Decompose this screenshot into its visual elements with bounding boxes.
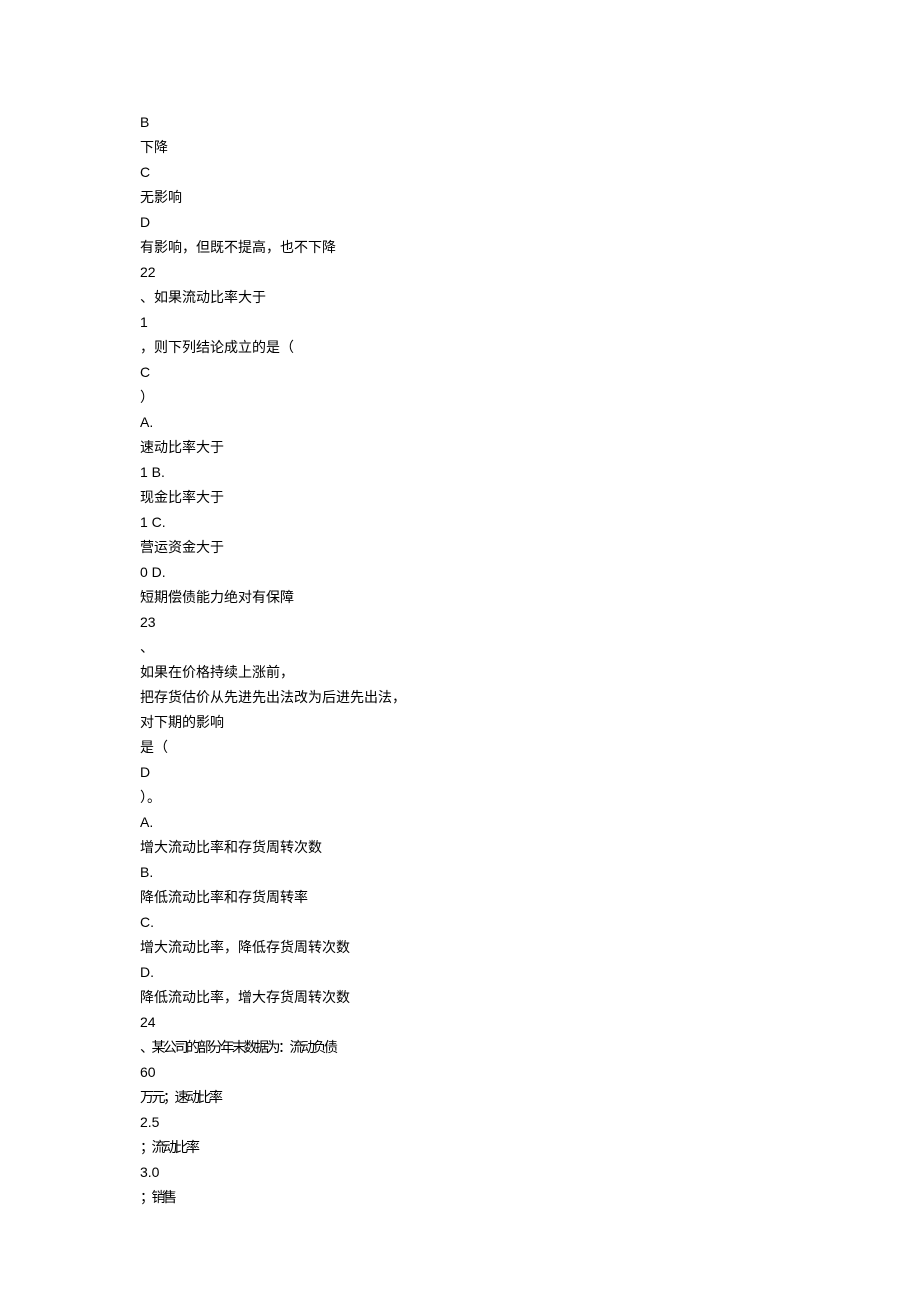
text-line: 把存货估价从先进先出法改为后进先出法， — [140, 685, 780, 710]
text-line: D. — [140, 960, 780, 985]
text-line: 对下期的影响 — [140, 710, 780, 735]
text-line: D — [140, 760, 780, 785]
text-line: ；销售 — [140, 1185, 780, 1210]
text-line: ）。 — [140, 785, 780, 810]
text-line: 现金比率大于 — [140, 485, 780, 510]
text-line: 0 D. — [140, 560, 780, 585]
text-line: 无影响 — [140, 185, 780, 210]
text-line: 3.0 — [140, 1160, 780, 1185]
text-line: 降低流动比率，增大存货周转次数 — [140, 985, 780, 1010]
text-line: 1 — [140, 310, 780, 335]
text-line: 2.5 — [140, 1110, 780, 1135]
text-line: 24 — [140, 1010, 780, 1035]
text-line: 万元；速动比率 — [140, 1085, 780, 1110]
text-line: 1 B. — [140, 460, 780, 485]
text-line: 22 — [140, 260, 780, 285]
text-line: A. — [140, 410, 780, 435]
text-line: C — [140, 360, 780, 385]
text-line: 、某公司的部分年末数据为：流动负债 — [140, 1035, 780, 1060]
text-line: ；流动比率 — [140, 1135, 780, 1160]
text-line: D — [140, 210, 780, 235]
text-line: ，则下列结论成立的是（ — [140, 335, 780, 360]
text-line: 降低流动比率和存货周转率 — [140, 885, 780, 910]
text-line: 有影响，但既不提高，也不下降 — [140, 235, 780, 260]
text-line: 、如果流动比率大于 — [140, 285, 780, 310]
text-line: 短期偿债能力绝对有保障 — [140, 585, 780, 610]
text-line: 、 — [140, 635, 780, 660]
text-line: 增大流动比率，降低存货周转次数 — [140, 935, 780, 960]
text-line: 是（ — [140, 735, 780, 760]
text-line: 下降 — [140, 135, 780, 160]
document-page: B下降C无影响D有影响，但既不提高，也不下降22、如果流动比率大于1，则下列结论… — [0, 0, 920, 1270]
text-line: B — [140, 110, 780, 135]
text-line: C. — [140, 910, 780, 935]
text-line: 60 — [140, 1060, 780, 1085]
text-line: 速动比率大于 — [140, 435, 780, 460]
text-line: A. — [140, 810, 780, 835]
text-line: B. — [140, 860, 780, 885]
text-line: 1 C. — [140, 510, 780, 535]
text-line: 如果在价格持续上涨前， — [140, 660, 780, 685]
text-line: C — [140, 160, 780, 185]
text-line: ） — [140, 385, 780, 410]
text-line: 营运资金大于 — [140, 535, 780, 560]
text-line: 23 — [140, 610, 780, 635]
text-line: 增大流动比率和存货周转次数 — [140, 835, 780, 860]
